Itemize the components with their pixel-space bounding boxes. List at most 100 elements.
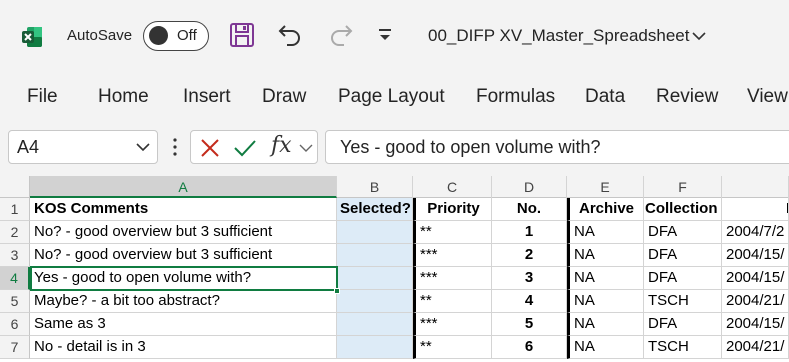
cell-e6[interactable]: NA [567,313,644,336]
cell-g7[interactable]: 2004/21/ [722,336,789,359]
tab-file[interactable]: File [27,86,58,108]
name-box[interactable]: A4 [8,130,158,164]
tab-data[interactable]: Data [585,86,625,108]
formula-bar: A4 fx Yes - good to open volume with? [0,122,789,176]
insert-function-icon[interactable]: fx [271,133,292,158]
cell-d1[interactable]: No. [492,198,567,221]
undo-icon[interactable] [276,21,304,49]
autosave-label: AutoSave [67,27,133,44]
cell-f5[interactable]: TSCH [644,290,722,313]
cell-a1[interactable]: KOS Comments [30,198,337,221]
chevron-down-icon[interactable] [692,30,706,42]
cell-d2[interactable]: 1 [492,221,567,244]
cell-e1[interactable]: Archive [567,198,644,221]
cell-c7[interactable]: ** [413,336,492,359]
row-header-6[interactable]: 6 [0,313,30,336]
cell-f2[interactable]: DFA [644,221,722,244]
cell-b5[interactable] [337,290,413,313]
cell-e3[interactable]: NA [567,244,644,267]
column-header-f[interactable]: F [644,176,722,198]
cell-f4[interactable]: DFA [644,267,722,290]
cell-f3[interactable]: DFA [644,244,722,267]
cell-a2[interactable]: No? - good overview but 3 sufficient [30,221,337,244]
row-header-5[interactable]: 5 [0,290,30,313]
tab-home[interactable]: Home [98,86,149,108]
cell-b2[interactable] [337,221,413,244]
cell-f1[interactable]: Collection [644,198,722,221]
column-header-e[interactable]: E [567,176,644,198]
autosave-toggle[interactable]: Off [143,21,209,51]
customize-toolbar-icon[interactable] [372,21,400,49]
column-header-g[interactable] [722,176,789,198]
cell-b6[interactable] [337,313,413,336]
more-options-icon[interactable] [172,136,178,158]
name-box-value: A4 [17,137,40,157]
cell-c6[interactable]: *** [413,313,492,336]
cell-b4[interactable] [337,267,413,290]
select-all-corner[interactable] [0,176,30,198]
redo-icon[interactable] [327,21,355,49]
formula-tools: fx [190,130,318,164]
cell-d3[interactable]: 2 [492,244,567,267]
cell-a3[interactable]: No? - good overview but 3 sufficient [30,244,337,267]
cell-c4[interactable]: *** [413,267,492,290]
row-header-2[interactable]: 2 [0,221,30,244]
cell-e4[interactable]: NA [567,267,644,290]
cell-e7[interactable]: NA [567,336,644,359]
cell-a7[interactable]: No - detail is in 3 [30,336,337,359]
row-header-7[interactable]: 7 [0,336,30,359]
excel-logo-icon[interactable] [20,25,44,49]
cell-g1[interactable]: R [722,198,789,221]
cell-e2[interactable]: NA [567,221,644,244]
cell-d7[interactable]: 6 [492,336,567,359]
column-header-d[interactable]: D [492,176,567,198]
cell-c2[interactable]: ** [413,221,492,244]
tab-formulas[interactable]: Formulas [476,86,555,108]
cell-e5[interactable]: NA [567,290,644,313]
cell-d5[interactable]: 4 [492,290,567,313]
cell-a6[interactable]: Same as 3 [30,313,337,336]
cell-a4[interactable]: Yes - good to open volume with? [30,267,337,290]
cell-g2[interactable]: 2004/7/2 [722,221,789,244]
cell-d6[interactable]: 5 [492,313,567,336]
tab-insert[interactable]: Insert [183,86,231,108]
cell-a5[interactable]: Maybe? - a bit too abstract? [30,290,337,313]
column-header-a[interactable]: A [30,176,337,198]
cell-c3[interactable]: *** [413,244,492,267]
column-header-b[interactable]: B [337,176,413,198]
formula-input[interactable]: Yes - good to open volume with? [325,130,789,164]
row-header-3[interactable]: 3 [0,244,30,267]
row-header-4[interactable]: 4 [0,267,30,290]
title-bar: AutoSave Off 00_DIFP XV_Master_Spreadshe… [0,0,789,72]
tab-page-layout[interactable]: Page Layout [338,86,445,108]
ribbon-tabs: File Home Insert Draw Page Layout Formul… [0,72,789,122]
cell-g3[interactable]: 2004/15/ [722,244,789,267]
tab-review[interactable]: Review [656,86,718,108]
cell-f7[interactable]: TSCH [644,336,722,359]
cell-g5[interactable]: 2004/21/ [722,290,789,313]
cancel-icon[interactable] [199,137,221,159]
column-headers: A B C D E F [0,176,789,198]
cell-g6[interactable]: 2004/15/ [722,313,789,336]
chevron-down-icon[interactable] [135,141,151,153]
tab-draw[interactable]: Draw [262,86,306,108]
enter-check-icon[interactable] [233,137,257,159]
spreadsheet-grid: A B C D E F 1 2 3 4 5 6 7 KOS Comments S… [0,176,789,362]
toggle-state-label: Off [177,27,197,44]
cell-b3[interactable] [337,244,413,267]
cell-c5[interactable]: ** [413,290,492,313]
tab-view[interactable]: View [747,86,788,108]
cell-c1[interactable]: Priority [413,198,492,221]
cell-g4[interactable]: 2004/15/ [722,267,789,290]
cell-f6[interactable]: DFA [644,313,722,336]
cell-b7[interactable] [337,336,413,359]
row-header-1[interactable]: 1 [0,198,30,221]
save-icon[interactable] [228,21,256,49]
column-header-c[interactable]: C [413,176,492,198]
cell-b1[interactable]: Selected? [337,198,413,221]
formula-content: Yes - good to open volume with? [340,137,601,157]
fill-handle[interactable] [334,288,340,294]
cell-d4[interactable]: 3 [492,267,567,290]
chevron-down-icon[interactable] [299,142,313,153]
document-title[interactable]: 00_DIFP XV_Master_Spreadsheet [428,26,689,46]
